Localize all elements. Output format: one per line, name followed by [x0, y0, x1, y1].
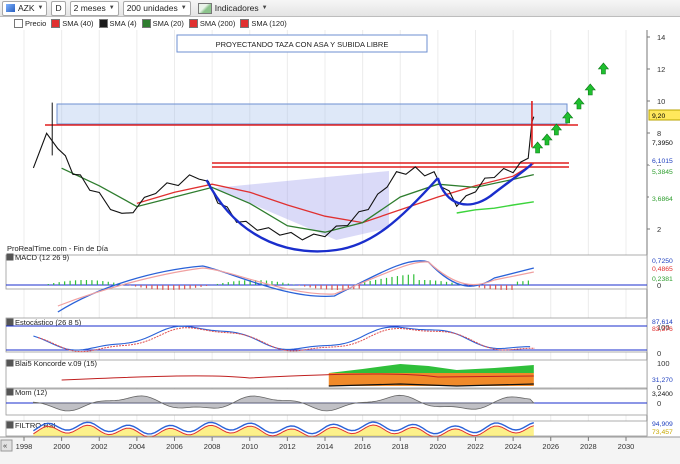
panel-icon: [6, 359, 14, 367]
panel-icon: [6, 253, 14, 261]
price-value-label: 6,1015: [652, 158, 673, 165]
panel-icon: [6, 318, 14, 326]
mom-tick-label: 0: [657, 399, 661, 408]
stoch-tick-label: 0: [657, 349, 661, 358]
x-tick-label: 2028: [580, 442, 597, 451]
annotation-text: PROYECTANDO TAZA CON ASA Y SUBIDA LIBRE: [216, 40, 389, 49]
price-chart: PROYECTANDO TAZA CON ASA Y SUBIDA LIBRE P…: [0, 30, 680, 464]
mom-value-label: 3,2400: [652, 391, 673, 398]
x-tick-label: 2006: [166, 442, 183, 451]
indicator-panel-frame: [5, 359, 648, 389]
x-tick-label: 2012: [279, 442, 296, 451]
price-value-label: 5,3845: [652, 169, 673, 176]
x-tick-label: 2002: [91, 442, 108, 451]
macd-value-label: 0,4865: [652, 266, 673, 273]
macd-value-label: 0,7250: [652, 258, 673, 265]
x-tick-label: 2008: [204, 442, 221, 451]
blai-tick-label: 100: [657, 359, 670, 368]
x-tick-label: 2022: [467, 442, 484, 451]
x-tick-label: 2024: [505, 442, 522, 451]
scroll-left-icon[interactable]: «: [3, 441, 7, 450]
stoch-value-label: 87,614: [652, 319, 673, 326]
x-tick-label: 1998: [16, 442, 33, 451]
x-tick-label: 2014: [317, 442, 334, 451]
price-value-label: 9,20: [652, 113, 665, 120]
x-tick-label: 2026: [542, 442, 559, 451]
price-tick-label: 14: [657, 33, 665, 42]
x-tick-label: 2000: [53, 442, 70, 451]
rsi-value-label: 94,909: [652, 421, 673, 428]
x-tick-label: 2004: [129, 442, 146, 451]
price-tick-label: 8: [657, 129, 661, 138]
x-tick-label: 2016: [354, 442, 371, 451]
panel-icon: [6, 388, 14, 396]
panel-title: Blai5 Koncorde v.09 (15): [15, 359, 97, 368]
koncorde-orange-area: [328, 373, 534, 386]
indicator-panel-frame: [5, 254, 648, 290]
price-value-label: 7,3950: [652, 140, 673, 147]
rsi-value-label: 73,457: [652, 429, 673, 436]
price-tick-label: 10: [657, 97, 665, 106]
macd-value-label: 0,2381: [652, 276, 673, 283]
x-tick-label: 2030: [618, 442, 635, 451]
price-value-label: 3,6864: [652, 196, 673, 203]
panel-title: Mom (12): [15, 388, 48, 397]
price-tick-label: 12: [657, 65, 665, 74]
highlight-box: [56, 103, 568, 125]
source-label: ProRealTime.com - Fin de Día: [7, 244, 109, 253]
blai-value-label: 31,270: [652, 377, 673, 384]
panel-title: MACD (12 26 9): [15, 253, 70, 262]
x-tick-label: 2018: [392, 442, 409, 451]
price-tick-label: 2: [657, 225, 661, 234]
panel-icon: [6, 421, 14, 429]
stoch-value-label: 83,376: [652, 326, 673, 333]
x-tick-label: 2020: [430, 442, 447, 451]
x-tick-label: 2010: [241, 442, 258, 451]
